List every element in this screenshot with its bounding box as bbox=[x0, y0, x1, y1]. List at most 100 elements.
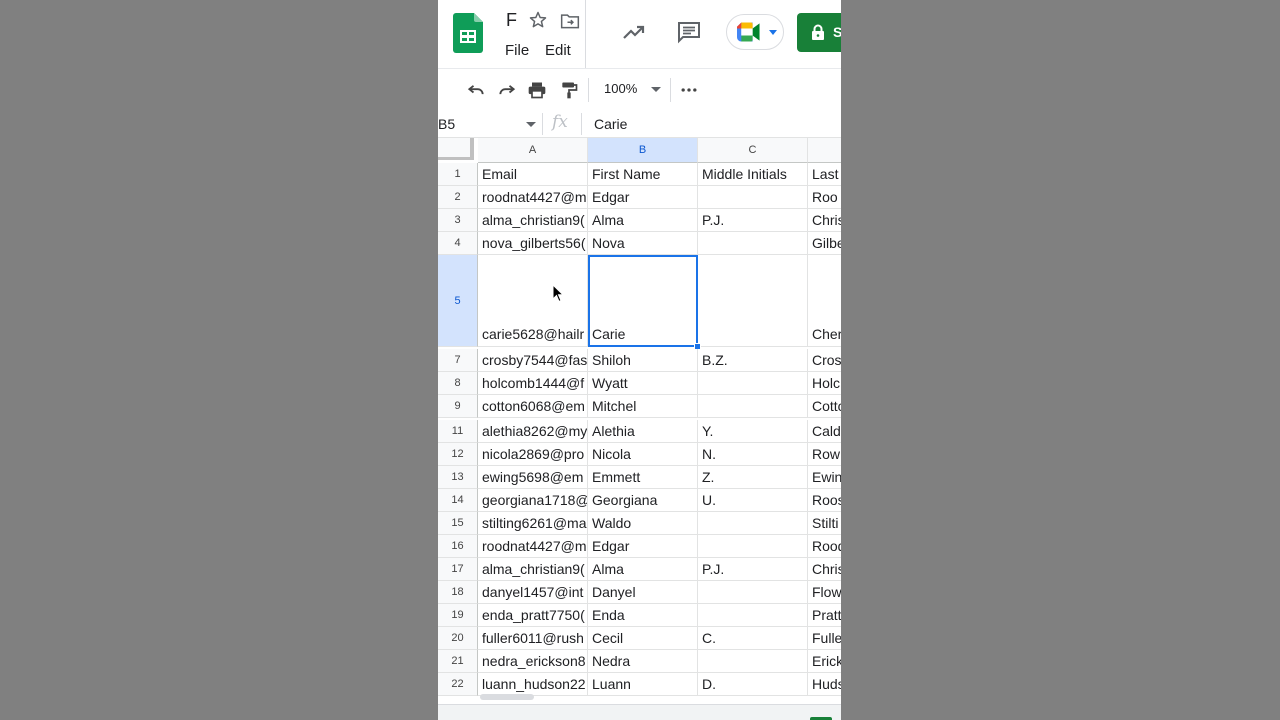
table-cell[interactable]: Enda bbox=[588, 604, 698, 627]
table-cell[interactable]: Middle Initials bbox=[698, 163, 808, 186]
table-cell[interactable]: Gilbe bbox=[808, 232, 841, 255]
table-cell[interactable] bbox=[698, 604, 808, 627]
table-cell[interactable]: Cald bbox=[808, 420, 841, 443]
move-folder-icon[interactable] bbox=[560, 12, 580, 30]
row-header[interactable]: 7 bbox=[438, 349, 478, 372]
trending-icon[interactable] bbox=[622, 22, 646, 42]
share-button[interactable]: S bbox=[797, 13, 841, 52]
table-cell[interactable]: P.J. bbox=[698, 209, 808, 232]
paint-format-icon[interactable] bbox=[559, 80, 579, 100]
table-cell[interactable]: Waldo bbox=[588, 512, 698, 535]
table-cell[interactable]: holcomb1444@f bbox=[478, 372, 588, 395]
sheets-logo-icon[interactable] bbox=[453, 13, 483, 53]
table-cell[interactable]: Roos bbox=[808, 489, 841, 512]
table-cell[interactable]: nedra_erickson8 bbox=[478, 650, 588, 673]
table-cell[interactable]: nicola2869@pro bbox=[478, 443, 588, 466]
table-cell[interactable]: enda_pratt7750( bbox=[478, 604, 588, 627]
table-cell[interactable]: Cros bbox=[808, 349, 841, 372]
table-cell[interactable]: Nicola bbox=[588, 443, 698, 466]
table-cell[interactable]: Ewin bbox=[808, 466, 841, 489]
row-header[interactable]: 21 bbox=[438, 650, 478, 673]
table-cell[interactable]: P.J. bbox=[698, 558, 808, 581]
more-icon[interactable] bbox=[679, 80, 699, 100]
menu-edit[interactable]: Edit bbox=[545, 42, 571, 59]
table-cell[interactable]: nova_gilberts56( bbox=[478, 232, 588, 255]
table-cell[interactable]: roodnat4427@m bbox=[478, 535, 588, 558]
table-cell[interactable]: Erick bbox=[808, 650, 841, 673]
undo-icon[interactable] bbox=[466, 80, 486, 100]
comment-icon[interactable] bbox=[677, 20, 701, 44]
table-cell[interactable]: Shiloh bbox=[588, 349, 698, 372]
table-cell[interactable]: Y. bbox=[698, 420, 808, 443]
row-header[interactable]: 15 bbox=[438, 512, 478, 535]
row-header[interactable]: 4 bbox=[438, 232, 478, 255]
row-header[interactable]: 14 bbox=[438, 489, 478, 512]
row-header[interactable]: 20 bbox=[438, 627, 478, 650]
column-header-c[interactable]: C bbox=[698, 138, 808, 163]
name-box-caret-icon[interactable] bbox=[526, 122, 536, 127]
table-cell[interactable] bbox=[698, 255, 808, 347]
table-cell[interactable] bbox=[698, 186, 808, 209]
table-cell[interactable]: Nova bbox=[588, 232, 698, 255]
table-cell[interactable]: danyel1457@int bbox=[478, 581, 588, 604]
table-cell[interactable]: Emmett bbox=[588, 466, 698, 489]
table-cell[interactable]: Cher bbox=[808, 255, 841, 347]
row-header[interactable]: 12 bbox=[438, 443, 478, 466]
table-cell[interactable]: Z. bbox=[698, 466, 808, 489]
table-cell[interactable]: B.Z. bbox=[698, 349, 808, 372]
table-cell[interactable]: ewing5698@em bbox=[478, 466, 588, 489]
table-cell[interactable]: Danyel bbox=[588, 581, 698, 604]
zoom-select[interactable]: 100% bbox=[604, 81, 637, 96]
row-header[interactable]: 11 bbox=[438, 420, 478, 443]
row-header[interactable]: 13 bbox=[438, 466, 478, 489]
row-header[interactable]: 8 bbox=[438, 372, 478, 395]
table-cell[interactable]: fuller6011@rush bbox=[478, 627, 588, 650]
row-header[interactable]: 9 bbox=[438, 395, 478, 418]
table-cell[interactable]: Pratt bbox=[808, 604, 841, 627]
menu-file[interactable]: File bbox=[505, 42, 529, 59]
table-cell[interactable]: U. bbox=[698, 489, 808, 512]
table-cell[interactable]: cotton6068@em bbox=[478, 395, 588, 418]
table-cell[interactable]: Wyatt bbox=[588, 372, 698, 395]
star-icon[interactable] bbox=[528, 10, 548, 30]
table-cell[interactable]: Edgar bbox=[588, 186, 698, 209]
table-cell[interactable]: stilting6261@ma bbox=[478, 512, 588, 535]
table-cell[interactable]: Mitchel bbox=[588, 395, 698, 418]
horizontal-scrollbar[interactable] bbox=[480, 694, 534, 700]
spreadsheet-grid[interactable]: A B C 1 Email First Name Middle Initials Last 2 r… bbox=[438, 138, 841, 704]
name-box[interactable]: B5 bbox=[438, 116, 455, 132]
row-header[interactable]: 2 bbox=[438, 186, 478, 209]
row-header[interactable]: 1 bbox=[438, 163, 478, 186]
table-cell[interactable]: First Name bbox=[588, 163, 698, 186]
table-cell[interactable]: Chris bbox=[808, 558, 841, 581]
table-cell[interactable]: luann_hudson22 bbox=[478, 673, 588, 696]
table-cell[interactable]: N. bbox=[698, 443, 808, 466]
table-cell[interactable] bbox=[698, 512, 808, 535]
table-cell[interactable]: Fulle bbox=[808, 627, 841, 650]
table-cell[interactable]: crosby7544@fas bbox=[478, 349, 588, 372]
table-cell[interactable]: Chris bbox=[808, 209, 841, 232]
table-cell[interactable]: Carie bbox=[588, 255, 698, 347]
row-header[interactable]: 16 bbox=[438, 535, 478, 558]
row-header[interactable]: 17 bbox=[438, 558, 478, 581]
row-header[interactable]: 18 bbox=[438, 581, 478, 604]
formula-input[interactable]: Carie bbox=[594, 116, 627, 132]
table-cell[interactable]: Stilti bbox=[808, 512, 841, 535]
table-cell[interactable] bbox=[698, 650, 808, 673]
table-cell[interactable]: Huds bbox=[808, 673, 841, 696]
column-header-d[interactable] bbox=[808, 138, 841, 163]
row-header[interactable]: 22 bbox=[438, 673, 478, 696]
table-cell[interactable] bbox=[698, 535, 808, 558]
table-cell[interactable]: Luann bbox=[588, 673, 698, 696]
table-cell[interactable] bbox=[698, 232, 808, 255]
table-cell[interactable]: Georgiana bbox=[588, 489, 698, 512]
select-all-corner[interactable] bbox=[438, 138, 474, 160]
table-cell[interactable]: C. bbox=[698, 627, 808, 650]
table-cell[interactable]: Nedra bbox=[588, 650, 698, 673]
table-cell[interactable]: Roo bbox=[808, 186, 841, 209]
table-cell[interactable] bbox=[698, 372, 808, 395]
table-cell[interactable]: Rood bbox=[808, 535, 841, 558]
row-header[interactable]: 5 bbox=[438, 255, 478, 347]
print-icon[interactable] bbox=[527, 80, 547, 100]
row-header[interactable]: 3 bbox=[438, 209, 478, 232]
